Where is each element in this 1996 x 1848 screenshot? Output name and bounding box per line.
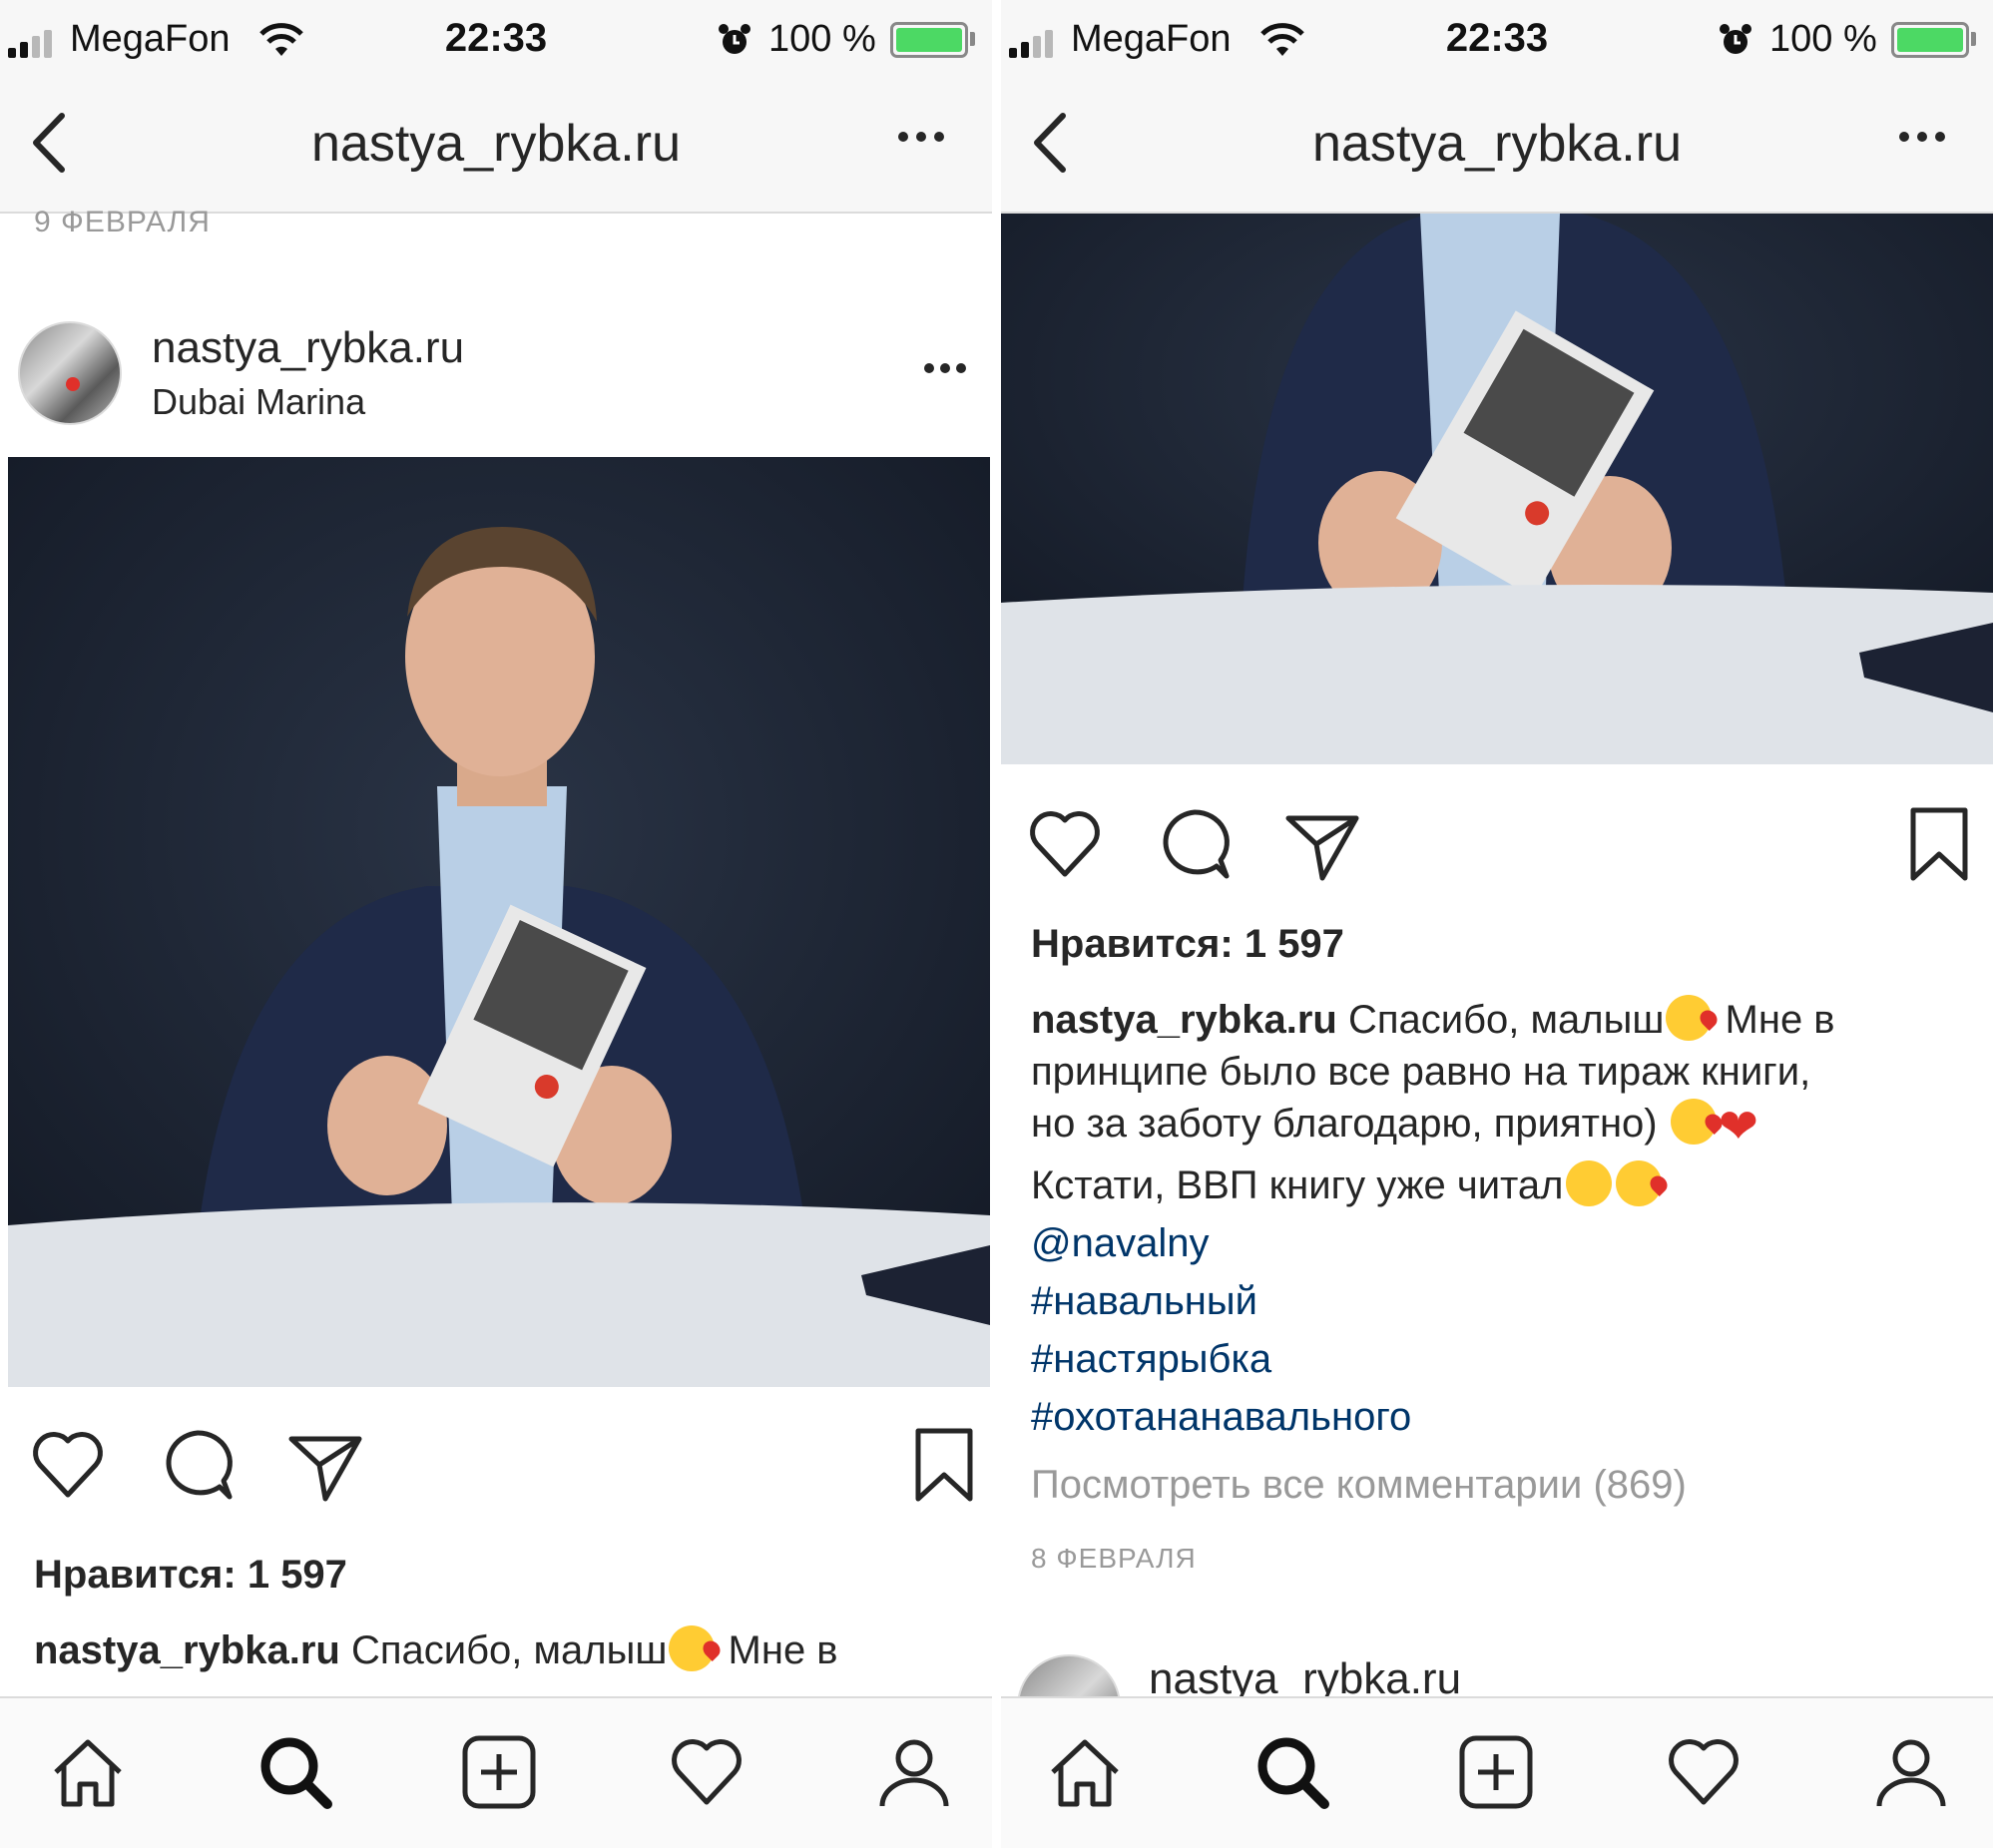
add-post-icon[interactable] [1456, 1732, 1536, 1812]
comment-bubble-icon[interactable] [1155, 804, 1235, 884]
post-date: 8 ФЕВРАЛЯ [1031, 1543, 1197, 1574]
more-dots-icon[interactable] [1899, 132, 1949, 152]
tab-bar [1001, 1696, 1993, 1848]
caption-text-4: Кстати, ВВП книгу уже читал [1031, 1163, 1564, 1207]
avatar[interactable] [18, 321, 122, 425]
alarm-icon [1720, 24, 1751, 54]
avatar[interactable] [1017, 1654, 1121, 1696]
home-icon[interactable] [1045, 1732, 1125, 1812]
activity-heart-icon[interactable] [1664, 1732, 1744, 1812]
screen-right: MegaFon 22:33 100 % nastya_rybka.ru Нрав… [1001, 0, 1993, 1848]
post-photo[interactable] [1001, 214, 1993, 764]
kiss-emoji-icon [1666, 995, 1713, 1041]
view-comments-link[interactable]: Посмотреть все комментарии (869) [1031, 1463, 1687, 1508]
caption-text: Спасибо, малыш [350, 1628, 668, 1672]
status-bar: MegaFon 22:33 100 % [0, 0, 992, 80]
caption-text-2: принципе было все равно на тираж книги, [1031, 1050, 1811, 1094]
battery-icon [1891, 22, 1969, 58]
post-actions [0, 1405, 992, 1525]
post-author[interactable]: nastya_rybka.ru [152, 323, 464, 373]
like-count[interactable]: Нравится: 1 597 [34, 1553, 347, 1598]
hashtag-link[interactable]: #навальный [1031, 1275, 1979, 1327]
post-more-icon[interactable] [924, 363, 968, 377]
profile-icon[interactable] [1871, 1732, 1951, 1812]
post-header: nastya_rybka.ru Dubai Marina [0, 309, 992, 429]
tab-bar [0, 1696, 992, 1848]
post-location[interactable]: Dubai Marina [152, 381, 365, 423]
post-photo[interactable] [8, 457, 990, 1387]
previous-post-date: 9 ФЕВРАЛЯ [34, 206, 211, 238]
mention-link[interactable]: @navalny [1031, 1217, 1979, 1269]
bookmark-icon[interactable] [904, 1425, 984, 1505]
caption-text-3: но за заботу благодарю, приятно) [1031, 1102, 1669, 1146]
kiss-emoji-icon [1615, 1160, 1662, 1206]
nav-bar: nastya_rybka.ru [1001, 80, 1993, 214]
nav-title: nastya_rybka.ru [1312, 115, 1682, 173]
caption-text-1: Спасибо, малыш [1347, 998, 1665, 1042]
like-count[interactable]: Нравится: 1 597 [1031, 922, 1344, 967]
battery-cap [1971, 32, 1976, 46]
add-post-icon[interactable] [459, 1732, 539, 1812]
caption-username[interactable]: nastya_rybka.ru [1031, 998, 1337, 1042]
caption-text-end: Мне в [717, 1628, 838, 1672]
comment-bubble-icon[interactable] [158, 1425, 238, 1505]
battery-cap [970, 32, 975, 46]
heart-icon[interactable] [28, 1425, 108, 1505]
status-bar: MegaFon 22:33 100 % [1001, 0, 1993, 80]
activity-heart-icon[interactable] [667, 1732, 747, 1812]
post-actions [1001, 784, 1993, 904]
kiss-emoji-icon [1670, 1099, 1717, 1145]
heart-icon[interactable] [1025, 804, 1105, 884]
alarm-icon [719, 24, 750, 54]
search-icon[interactable] [1252, 1732, 1332, 1812]
paper-plane-icon[interactable] [1282, 804, 1362, 884]
red-heart-emoji-icon: ❤ [1718, 1101, 1758, 1154]
battery-icon [890, 22, 968, 58]
paper-plane-icon[interactable] [285, 1425, 365, 1505]
battery-percent: 100 % [1769, 18, 1877, 60]
more-dots-icon[interactable] [898, 132, 948, 152]
caption-username[interactable]: nastya_rybka.ru [34, 1628, 340, 1672]
screen-left: MegaFon 22:33 100 % nastya_rybka.ru 9 ФЕ… [0, 0, 992, 1848]
caption-text-1-end: Мне в [1714, 998, 1835, 1042]
search-icon[interactable] [255, 1732, 335, 1812]
post-caption: nastya_rybka.ru Спасибо, малыш Мне в при… [1031, 994, 1979, 1443]
home-icon[interactable] [48, 1732, 128, 1812]
photo-illustration [8, 457, 990, 1387]
kiss-emoji-icon [669, 1625, 716, 1671]
nav-title: nastya_rybka.ru [311, 115, 681, 173]
hashtag-link[interactable]: #настярыбка [1031, 1333, 1979, 1385]
post-author[interactable]: nastya_rybka.ru [1149, 1654, 1461, 1696]
hashtag-link[interactable]: #охотананавального [1031, 1391, 1979, 1443]
next-post-header: nastya_rybka.ru [1001, 1648, 1993, 1696]
nav-bar: nastya_rybka.ru [0, 80, 992, 214]
profile-icon[interactable] [874, 1732, 954, 1812]
wink-emoji-icon [1565, 1160, 1612, 1206]
bookmark-icon[interactable] [1899, 804, 1979, 884]
post-caption: nastya_rybka.ru Спасибо, малыш Мне в [34, 1624, 972, 1676]
battery-percent: 100 % [768, 18, 876, 60]
photo-illustration [1001, 214, 1993, 764]
